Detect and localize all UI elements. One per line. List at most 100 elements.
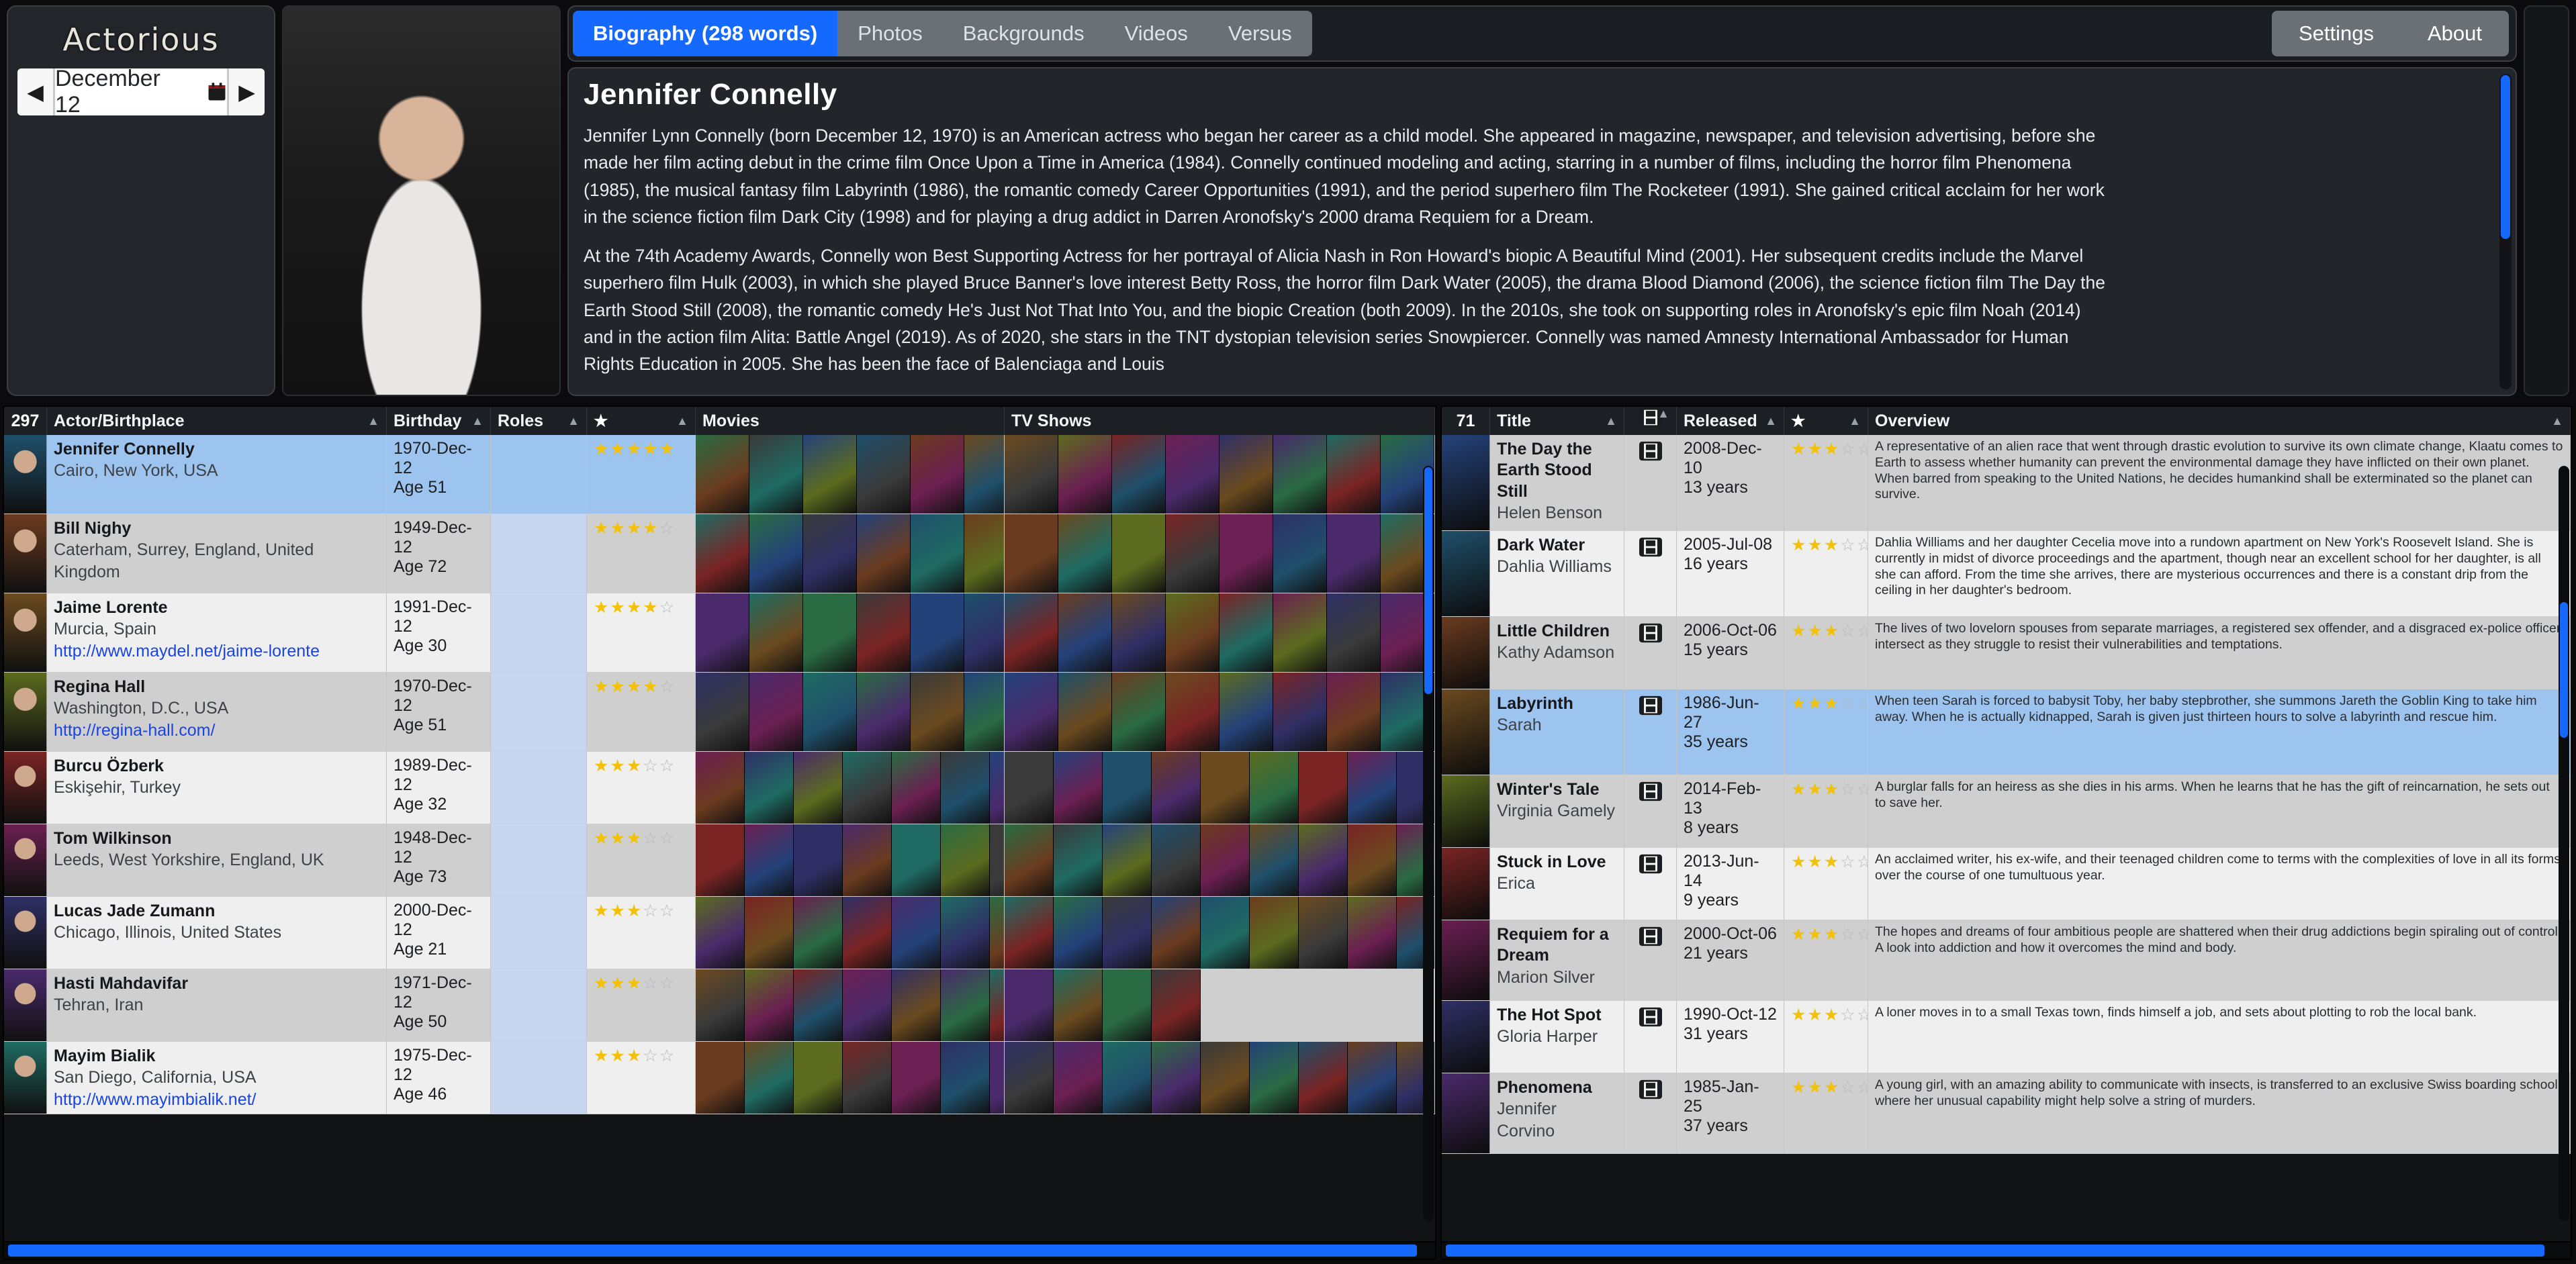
movie-posters[interactable]: [696, 593, 1004, 672]
poster-thumb[interactable]: [964, 514, 1004, 593]
actor-cell[interactable]: Jennifer Connelly Cairo, New York, USA: [47, 435, 387, 514]
poster-thumbnail[interactable]: [1442, 531, 1490, 616]
titles-horizontal-scrollbar[interactable]: [1442, 1241, 2571, 1259]
avatar[interactable]: [4, 673, 46, 751]
rating-stars[interactable]: ★★★★☆: [594, 598, 676, 617]
tv-posters[interactable]: [1005, 752, 1434, 824]
poster-thumbnail[interactable]: [1442, 689, 1490, 775]
movie-posters[interactable]: [696, 514, 1004, 593]
table-row[interactable]: Hasti Mahdavifar Tehran, Iran 1971-Dec-12 A…: [4, 969, 1435, 1042]
poster-thumb[interactable]: [1103, 897, 1152, 969]
poster-thumb[interactable]: [1103, 969, 1152, 1041]
poster-thumb[interactable]: [1348, 1042, 1397, 1114]
poster-thumb[interactable]: [1005, 435, 1058, 514]
poster-thumb[interactable]: [749, 593, 803, 672]
poster-thumb[interactable]: [843, 1042, 892, 1114]
poster-thumb[interactable]: [1250, 897, 1299, 969]
rating-cell[interactable]: ★★★☆☆: [587, 752, 696, 824]
table-row[interactable]: Phenomena Jennifer Corvino 1985-Jan-25 37 y…: [1442, 1073, 2571, 1154]
rating-stars[interactable]: ★★★★★: [594, 440, 676, 458]
actor-thumbnail[interactable]: [4, 1042, 47, 1114]
sort-asc-icon[interactable]: ▲: [1765, 414, 1777, 428]
rating-cell[interactable]: ★★★☆☆: [1784, 848, 1868, 920]
rating-stars[interactable]: ★★★★☆: [594, 677, 676, 696]
table-row[interactable]: The Hot Spot Gloria Harper 1990-Oct-12 31 y…: [1442, 1001, 2571, 1073]
actor-thumbnail[interactable]: [4, 593, 47, 672]
poster-thumb[interactable]: [1250, 752, 1299, 824]
rating-cell[interactable]: ★★★☆☆: [587, 824, 696, 896]
poster-thumb[interactable]: [1054, 897, 1103, 969]
poster-thumb[interactable]: [1273, 435, 1327, 514]
poster-thumb[interactable]: [964, 673, 1004, 751]
movie-posters[interactable]: [696, 1042, 1004, 1114]
poster-thumb[interactable]: [1054, 752, 1103, 824]
rating-cell[interactable]: ★★★☆☆: [1784, 1001, 1868, 1073]
sort-asc-icon[interactable]: ▲: [1657, 407, 1669, 421]
titles-grid-body[interactable]: The Day the Earth Stood Still Helen Benso…: [1442, 435, 2571, 1241]
poster-thumb[interactable]: [990, 752, 1004, 824]
actor-cell[interactable]: Regina Hall Washington, D.C., USA http://r…: [47, 673, 387, 751]
poster-thumb[interactable]: [803, 514, 857, 593]
poster-thumb[interactable]: [892, 752, 941, 824]
rating-stars[interactable]: ★★★☆☆: [1791, 1078, 1868, 1097]
poster-thumb[interactable]: [1166, 673, 1220, 751]
poster-thumb[interactable]: [1250, 1042, 1299, 1114]
tvshows-cell[interactable]: [1005, 752, 1435, 824]
rating-cell[interactable]: ★★★☆☆: [587, 897, 696, 969]
title-cell[interactable]: The Hot Spot Gloria Harper: [1490, 1001, 1624, 1073]
table-row[interactable]: LabyrinthSarah1986-Jun-2735 years★★★☆☆Wh…: [1442, 689, 2571, 775]
column-header-actor[interactable]: Actor/Birthplace ▲: [47, 407, 387, 435]
poster-thumb[interactable]: [1166, 435, 1220, 514]
poster-thumb[interactable]: [1348, 897, 1397, 969]
poster-thumb[interactable]: [1005, 969, 1054, 1041]
poster-thumb[interactable]: [745, 824, 794, 896]
table-row[interactable]: The Day the Earth Stood Still Helen Benso…: [1442, 435, 2571, 531]
poster-thumb[interactable]: [892, 969, 941, 1041]
movies-cell[interactable]: [696, 897, 1005, 969]
poster-thumb[interactable]: [1201, 752, 1250, 824]
poster-thumb[interactable]: [1201, 1042, 1250, 1114]
poster-thumb[interactable]: [1220, 435, 1273, 514]
poster-thumb[interactable]: [696, 514, 749, 593]
rating-stars[interactable]: ★★★☆☆: [594, 974, 676, 993]
actor-portrait[interactable]: [282, 5, 561, 396]
poster-thumb[interactable]: [1152, 1042, 1201, 1114]
table-row[interactable]: Burcu Özberk Eskişehir, Turkey 1989-Dec-12…: [4, 752, 1435, 824]
actors-grid-body[interactable]: Jennifer Connelly Cairo, New York, USA 197…: [4, 435, 1435, 1241]
poster-thumb[interactable]: [1058, 593, 1112, 672]
poster-thumb[interactable]: [1166, 593, 1220, 672]
rating-stars[interactable]: ★★★☆☆: [1791, 694, 1868, 713]
actor-cell[interactable]: Hasti Mahdavifar Tehran, Iran: [47, 969, 387, 1041]
movies-cell[interactable]: [696, 514, 1005, 593]
rating-cell[interactable]: ★★★☆☆: [1784, 920, 1868, 1000]
avatar[interactable]: [4, 897, 46, 969]
poster-thumb[interactable]: [1299, 1042, 1348, 1114]
tv-posters[interactable]: [1005, 673, 1434, 751]
poster-thumb[interactable]: [843, 752, 892, 824]
tv-posters[interactable]: [1005, 969, 1434, 1041]
poster-thumb[interactable]: [794, 752, 843, 824]
poster-thumbnail[interactable]: [1442, 920, 1490, 1000]
poster-thumb[interactable]: [1005, 514, 1058, 593]
actor-cell[interactable]: Bill Nighy Caterham, Surrey, England, Uni…: [47, 514, 387, 593]
poster-thumb[interactable]: [696, 673, 749, 751]
poster-thumb[interactable]: [1054, 969, 1103, 1041]
poster-thumb[interactable]: [696, 752, 745, 824]
poster-thumb[interactable]: [1327, 673, 1381, 751]
rating-stars[interactable]: ★★★★☆: [594, 519, 676, 538]
actor-thumbnail[interactable]: [4, 752, 47, 824]
tvshows-cell[interactable]: [1005, 897, 1435, 969]
titles-vertical-scrollbar[interactable]: [2559, 466, 2569, 1221]
poster-thumb[interactable]: [803, 673, 857, 751]
table-row[interactable]: Regina Hall Washington, D.C., USA http://r…: [4, 673, 1435, 752]
table-row[interactable]: Jennifer Connelly Cairo, New York, USA 197…: [4, 435, 1435, 514]
poster-thumb[interactable]: [1005, 673, 1058, 751]
poster-thumb[interactable]: [1201, 824, 1250, 896]
poster-thumb[interactable]: [1058, 435, 1112, 514]
movie-posters[interactable]: [696, 897, 1004, 969]
sort-asc-icon[interactable]: ▲: [1849, 414, 1861, 428]
poster-thumbnail[interactable]: [1442, 1073, 1490, 1153]
title-cell[interactable]: Phenomena Jennifer Corvino: [1490, 1073, 1624, 1153]
table-row[interactable]: Jaime Lorente Murcia, Spain http://www.may…: [4, 593, 1435, 673]
poster-thumb[interactable]: [941, 1042, 990, 1114]
